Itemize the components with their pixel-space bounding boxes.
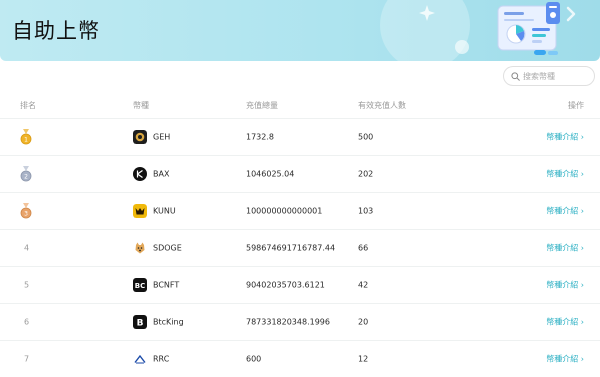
coin-name: BAX bbox=[153, 169, 170, 179]
kunu-logo-icon bbox=[133, 204, 147, 218]
table-row: 5 BC BCNFT 90402035703.6121 42 幣種介紹 › bbox=[0, 267, 600, 303]
table-header: 排名 幣種 充值總量 有效充值人數 操作 bbox=[0, 100, 600, 114]
deposit-amount: 787331820348.1996 bbox=[246, 317, 330, 327]
table-row: 4 SDOGE 598674691716787.44 66 幣種介紹 › bbox=[0, 230, 600, 266]
rrc-logo-icon bbox=[133, 352, 147, 366]
btcking-logo-icon: B bbox=[133, 315, 147, 329]
coin-intro-link[interactable]: 幣種介紹 › bbox=[546, 206, 584, 217]
coin-intro-link[interactable]: 幣種介紹 › bbox=[546, 280, 584, 291]
geh-logo-icon bbox=[133, 130, 147, 144]
deposit-amount: 598674691716787.44 bbox=[246, 243, 336, 253]
page-banner: 自助上幣 bbox=[0, 0, 600, 61]
gold-medal-icon: 1 bbox=[20, 129, 32, 145]
table-row: 2 BAX 1046025.04 202 幣種介紹 › bbox=[0, 156, 600, 192]
rank-number: 5 bbox=[24, 280, 30, 290]
holder-count: 103 bbox=[358, 206, 374, 216]
holder-count: 42 bbox=[358, 280, 369, 290]
deposit-amount: 600 bbox=[246, 354, 262, 364]
holder-count: 202 bbox=[358, 169, 374, 179]
bronze-medal-icon: 3 bbox=[20, 203, 32, 219]
header-coin: 幣種 bbox=[133, 101, 149, 110]
coin-name: BCNFT bbox=[153, 280, 180, 290]
wallet-illustration-icon bbox=[497, 2, 576, 55]
coin-intro-link[interactable]: 幣種介紹 › bbox=[546, 317, 584, 328]
svg-text:1: 1 bbox=[24, 136, 28, 143]
svg-text:2: 2 bbox=[24, 173, 28, 180]
table-row: 3 KUNU 100000000000001 103 幣種介紹 › bbox=[0, 193, 600, 229]
deposit-amount: 100000000000001 bbox=[246, 206, 323, 216]
search-input[interactable] bbox=[523, 71, 589, 81]
table-row: 1 GEH 1732.8 500 幣種介紹 › bbox=[0, 119, 600, 155]
holder-count: 66 bbox=[358, 243, 369, 253]
deposit-amount: 1046025.04 bbox=[246, 169, 295, 179]
holder-count: 20 bbox=[358, 317, 369, 327]
coin-intro-link[interactable]: 幣種介紹 › bbox=[546, 354, 584, 365]
rank-number: 4 bbox=[24, 243, 30, 253]
coin-name: SDOGE bbox=[153, 243, 182, 253]
coin-intro-link[interactable]: 幣種介紹 › bbox=[546, 169, 584, 180]
holder-count: 500 bbox=[358, 132, 374, 142]
silver-medal-icon: 2 bbox=[20, 166, 32, 182]
rank-number: 7 bbox=[24, 354, 30, 364]
holder-count: 12 bbox=[358, 354, 369, 364]
coin-name: KUNU bbox=[153, 206, 176, 216]
svg-text:BC: BC bbox=[135, 282, 145, 290]
coin-name: BtcKing bbox=[153, 317, 184, 327]
search-icon bbox=[511, 71, 520, 81]
sdoge-logo-icon bbox=[133, 241, 147, 255]
header-action: 操作 bbox=[568, 101, 584, 110]
header-rank: 排名 bbox=[20, 101, 36, 110]
sparkle-icon bbox=[419, 5, 435, 21]
deposit-amount: 90402035703.6121 bbox=[246, 280, 325, 290]
table-row: 6 B BtcKing 787331820348.1996 20 幣種介紹 › bbox=[0, 304, 600, 340]
svg-text:3: 3 bbox=[24, 210, 28, 217]
rank-number: 6 bbox=[24, 317, 30, 327]
search-box[interactable] bbox=[503, 66, 595, 86]
coin-intro-link[interactable]: 幣種介紹 › bbox=[546, 243, 584, 254]
coin-name: RRC bbox=[153, 354, 170, 364]
header-holders: 有效充值人數 bbox=[358, 101, 406, 110]
svg-text:B: B bbox=[137, 319, 144, 329]
page-title: 自助上幣 bbox=[12, 19, 100, 43]
decorative-circle bbox=[455, 40, 469, 54]
deposit-amount: 1732.8 bbox=[246, 132, 274, 142]
header-amount: 充值總量 bbox=[246, 101, 278, 110]
coin-intro-link[interactable]: 幣種介紹 › bbox=[546, 132, 584, 143]
table-row: 7 RRC 600 12 幣種介紹 › bbox=[0, 341, 600, 377]
coin-name: GEH bbox=[153, 132, 171, 142]
bax-logo-icon bbox=[133, 167, 147, 181]
bcnft-logo-icon: BC bbox=[133, 278, 147, 292]
